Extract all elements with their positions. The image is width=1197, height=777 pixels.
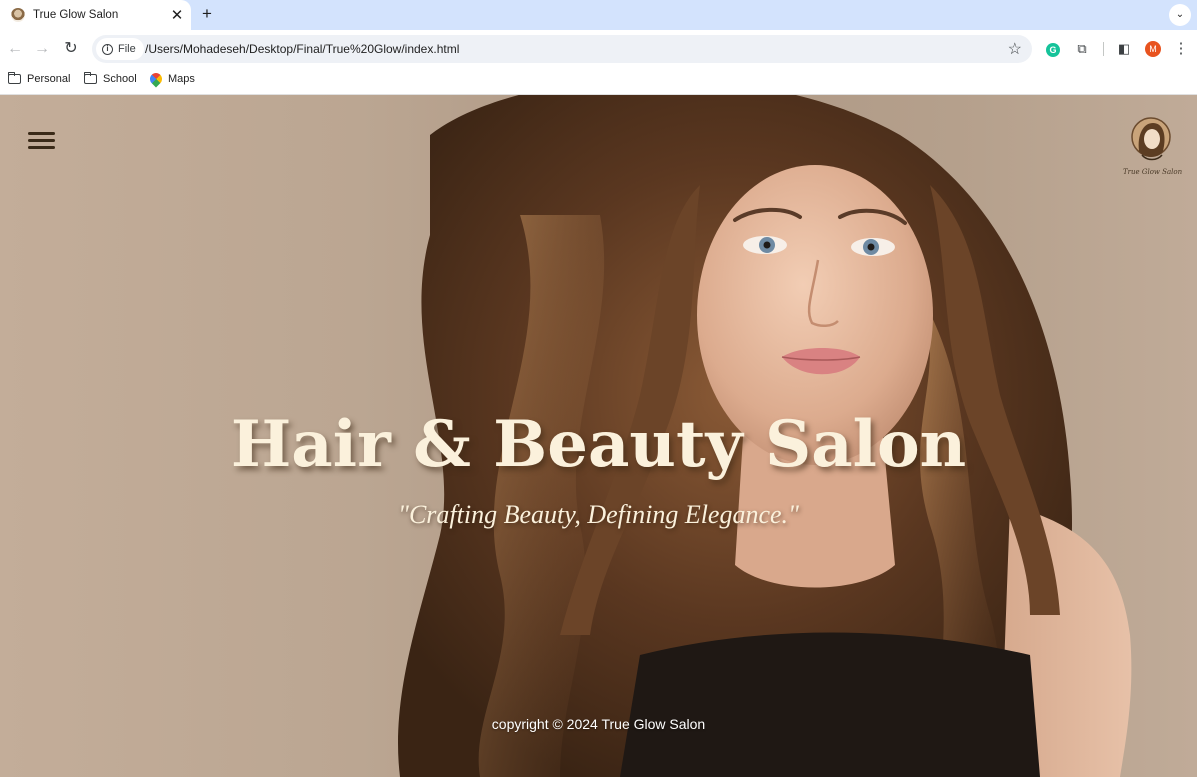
browser-tab[interactable]: True Glow Salon ✕ [0, 0, 191, 30]
hero-title: Hair & Beauty Salon [230, 407, 967, 482]
browser-menu-icon[interactable]: ⋮ [1172, 40, 1190, 58]
extensions-puzzle-icon[interactable]: ⧉ [1073, 40, 1091, 58]
toolbar-divider [1103, 42, 1104, 56]
maps-icon [147, 70, 165, 88]
browser-toolbar: ← → ↻ i File /Users/Mohadeseh/Desktop/Fi… [0, 30, 1197, 68]
side-panel-icon[interactable]: ◧ [1115, 40, 1133, 58]
folder-icon [84, 72, 97, 84]
bookmark-school[interactable]: School [84, 72, 137, 85]
woman-portrait-logo-icon [1131, 117, 1171, 161]
bookmark-label: School [103, 73, 137, 85]
tab-close-icon[interactable]: ✕ [166, 6, 188, 24]
tab-title: True Glow Salon [33, 9, 119, 21]
bookmarks-bar: Personal School Maps [0, 68, 1197, 95]
salon-logo[interactable]: True Glow Salon [1123, 115, 1183, 179]
bookmark-maps[interactable]: Maps [147, 70, 195, 88]
url-text[interactable]: /Users/Mohadeseh/Desktop/Final/True%20Gl… [145, 42, 459, 56]
salon-favicon-icon [11, 8, 25, 22]
bookmark-star-icon[interactable]: ☆ [1008, 39, 1022, 59]
site-info-chip[interactable]: i File [96, 38, 144, 60]
hero-tagline: "Crafting Beauty, Defining Elegance." [398, 500, 799, 529]
bookmark-label: Personal [27, 73, 71, 85]
scheme-label: File [118, 43, 136, 55]
address-bar[interactable]: i File /Users/Mohadeseh/Desktop/Final/Tr… [92, 35, 1032, 63]
tab-strip: True Glow Salon ✕ + ⌄ [0, 0, 1197, 30]
info-icon: i [102, 43, 113, 55]
grammarly-extension-icon[interactable]: G [1044, 40, 1062, 58]
footer-copyright: copyright © 2024 True Glow Salon [491, 716, 706, 732]
bookmark-personal[interactable]: Personal [8, 72, 71, 85]
page-viewport: True Glow Salon Hair & Beauty Salon "Cra… [0, 95, 1197, 777]
forward-button[interactable]: → [31, 38, 53, 60]
back-button[interactable]: ← [4, 38, 26, 60]
bookmark-label: Maps [168, 73, 195, 85]
hamburger-menu-icon[interactable] [28, 132, 55, 150]
folder-icon [8, 72, 21, 84]
tab-search-button[interactable]: ⌄ [1169, 4, 1191, 26]
profile-avatar[interactable]: M [1145, 41, 1161, 57]
reload-button[interactable]: ↻ [60, 38, 82, 60]
logo-caption: True Glow Salon [1123, 168, 1183, 176]
new-tab-button[interactable]: + [197, 4, 217, 24]
